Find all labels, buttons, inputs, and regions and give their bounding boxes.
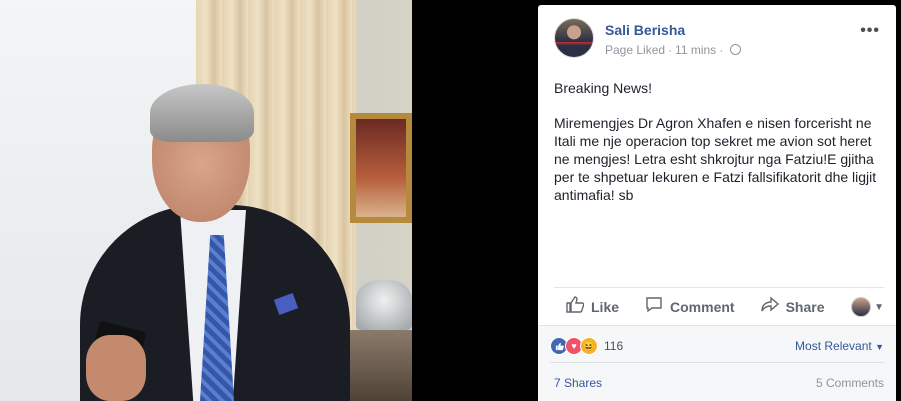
share-button[interactable]: Share <box>760 296 825 318</box>
like-button[interactable]: Like <box>566 296 619 318</box>
divider <box>554 287 884 288</box>
photo-painting <box>350 113 412 223</box>
shares-link[interactable]: 7 Shares <box>554 376 602 390</box>
photo-lamp <box>356 280 412 330</box>
most-relevant-dropdown[interactable]: Most Relevant ▼ <box>795 339 884 353</box>
speech-bubble-icon <box>645 296 663 318</box>
post-as-selector[interactable]: ▼ <box>851 297 884 317</box>
comments-link[interactable]: 5 Comments <box>816 376 884 390</box>
post-paragraph: Miremengjes Dr Agron Xhafen e nisen forc… <box>554 115 877 203</box>
post-meta: Page Liked · 11 mins · <box>605 43 742 57</box>
reaction-count: 116 <box>604 339 624 353</box>
post-text: Breaking News! Miremengjes Dr Agron Xhaf… <box>554 79 888 221</box>
reactions-summary[interactable]: ♥ 😆 116 <box>550 337 623 355</box>
post-actions: Like Comment Share ▼ <box>554 293 884 321</box>
comment-button[interactable]: Comment <box>645 296 735 318</box>
share-label: Share <box>785 299 825 315</box>
post-header: Sali Berisha Page Liked · 11 mins · ••• <box>554 18 884 60</box>
like-label: Like <box>591 299 620 315</box>
more-options-icon[interactable]: ••• <box>860 22 880 40</box>
share-arrow-icon <box>760 296 779 318</box>
page-status[interactable]: Page Liked <box>605 43 665 57</box>
globe-icon[interactable] <box>730 44 742 55</box>
photo-hair <box>150 84 254 142</box>
mini-avatar <box>851 297 872 317</box>
sort-label: Most Relevant <box>795 339 872 353</box>
post-photo-viewer <box>0 0 538 401</box>
thumbs-up-icon <box>566 296 585 318</box>
divider <box>550 362 884 363</box>
author-avatar[interactable] <box>554 18 594 58</box>
chevron-down-icon: ▼ <box>874 301 884 313</box>
chevron-down-icon: ▼ <box>875 342 884 352</box>
comment-label: Comment <box>670 299 735 315</box>
post-time[interactable]: 11 mins <box>675 43 716 57</box>
post-paragraph: Breaking News! <box>554 80 653 96</box>
author-name[interactable]: Sali Berisha <box>605 22 685 38</box>
post-photo[interactable] <box>0 0 412 401</box>
post-card: Sali Berisha Page Liked · 11 mins · ••• Bre… <box>538 5 896 401</box>
photo-hand <box>86 335 146 401</box>
haha-reaction-icon: 😆 <box>580 337 598 355</box>
